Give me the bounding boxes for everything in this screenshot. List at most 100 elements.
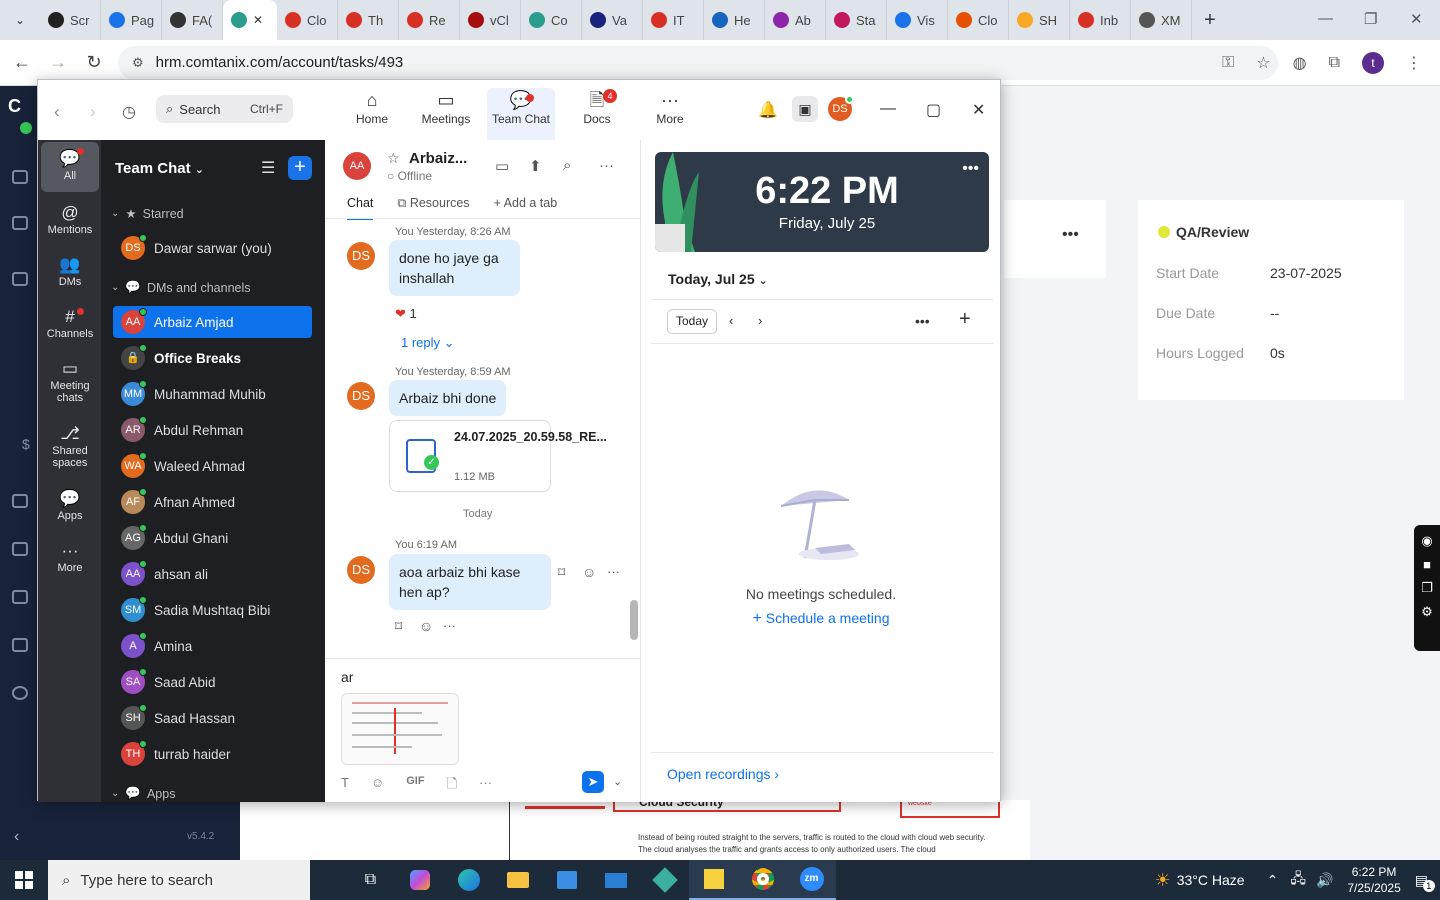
today-button[interactable]: Today bbox=[667, 309, 717, 334]
translate-icon[interactable]: ◍ bbox=[1293, 53, 1307, 73]
home-icon[interactable] bbox=[12, 170, 28, 184]
browser-tab[interactable]: Sta bbox=[826, 0, 887, 40]
tab-more[interactable]: ··· More bbox=[635, 88, 705, 140]
chat-list-item[interactable]: AA Arbaiz Amjad bbox=[113, 306, 312, 338]
message-bubble[interactable]: aoa arbaiz bhi kase hen ap? bbox=[389, 554, 551, 610]
browser-tab[interactable]: vCl bbox=[460, 0, 521, 40]
chat-list-item[interactable]: WA Waleed Ahmad bbox=[113, 450, 312, 482]
chat-list-item[interactable]: DS Dawar sarwar (you) bbox=[113, 232, 312, 264]
edge-icon[interactable] bbox=[444, 860, 493, 900]
browser-tab[interactable]: Pag bbox=[101, 0, 162, 40]
zoom-search[interactable]: ⌕ Search Ctrl+F bbox=[156, 95, 293, 123]
sticky-notes-icon[interactable] bbox=[689, 860, 738, 900]
chat-list-item[interactable]: AF Afnan Ahmed bbox=[113, 486, 312, 518]
network-icon[interactable]: 🖧 bbox=[1290, 868, 1306, 892]
more-tools-icon[interactable]: ··· bbox=[479, 775, 492, 797]
browser-tab[interactable]: Scr bbox=[40, 0, 101, 40]
message-more-icon[interactable]: ··· bbox=[443, 618, 456, 633]
url-field[interactable]: ⚙ hrm.comtanix.com/account/tasks/493 bbox=[118, 45, 1278, 80]
format-text-icon[interactable]: T bbox=[341, 775, 349, 797]
browser-tab[interactable]: Re bbox=[399, 0, 460, 40]
section-apps[interactable]: ⌄ 💬 Apps bbox=[111, 786, 175, 801]
bookmark-star-icon[interactable]: ☆ bbox=[1256, 53, 1270, 73]
profile-avatar[interactable]: t bbox=[1362, 52, 1384, 74]
notification-icon[interactable]: ▤ 1 bbox=[1415, 872, 1435, 892]
settings-icon[interactable] bbox=[12, 686, 28, 700]
tab-meetings[interactable]: ▭ Meetings bbox=[411, 88, 481, 140]
bell-icon[interactable]: 🔔 bbox=[758, 100, 778, 120]
browser-tab[interactable]: Th bbox=[338, 0, 399, 40]
task-more-icon[interactable]: ••• bbox=[1062, 226, 1079, 244]
copilot-icon[interactable] bbox=[395, 860, 444, 900]
browser-tab[interactable]: Va bbox=[582, 0, 643, 40]
rail-channels[interactable]: # Channels bbox=[41, 306, 99, 340]
browser-tab[interactable]: XM bbox=[1131, 0, 1192, 40]
add-meeting-icon[interactable]: + bbox=[959, 308, 971, 331]
attach-file-icon[interactable]: 🗋 bbox=[447, 775, 457, 797]
more-options-icon[interactable]: ··· bbox=[599, 157, 614, 174]
browser-tab[interactable]: Inb bbox=[1070, 0, 1131, 40]
new-tab-button[interactable]: + bbox=[1192, 9, 1228, 32]
video-icon[interactable]: ■ bbox=[1414, 557, 1440, 572]
send-button[interactable]: ➤ bbox=[582, 771, 604, 793]
rail-more[interactable]: ··· More bbox=[41, 540, 99, 574]
zoom-app-icon[interactable]: zm bbox=[787, 860, 836, 900]
tab-search-dropdown[interactable]: ⌄ bbox=[0, 13, 40, 27]
tab-home[interactable]: ⌂ Home bbox=[337, 88, 407, 140]
browser-tab[interactable]: He bbox=[704, 0, 765, 40]
clipboard-icon[interactable] bbox=[12, 638, 28, 652]
zoom-close-icon[interactable]: ✕ bbox=[972, 100, 985, 120]
minimize-window-icon[interactable]: — bbox=[1318, 10, 1333, 27]
start-button[interactable] bbox=[0, 860, 48, 900]
rail-meeting-chats[interactable]: ▭ Meeting chats bbox=[41, 358, 99, 404]
tab-team-chat[interactable]: 💬 Team Chat bbox=[487, 88, 555, 140]
pasted-image-thumbnail[interactable] bbox=[341, 693, 459, 765]
zoom-back-icon[interactable]: ‹ bbox=[54, 102, 60, 122]
gif-icon[interactable]: GIF bbox=[406, 775, 424, 797]
clock-more-icon[interactable]: ••• bbox=[962, 160, 979, 178]
screen-share-icon[interactable]: ⬆ bbox=[529, 157, 542, 175]
zoom-maximize-icon[interactable]: ▢ bbox=[926, 100, 941, 120]
dollar-icon[interactable]: $ bbox=[22, 436, 30, 452]
camera-icon[interactable]: ◉ bbox=[1414, 533, 1440, 549]
reaction-heart[interactable]: ❤ 1 bbox=[395, 306, 417, 322]
reply-icon[interactable]: ⌑ bbox=[395, 618, 402, 635]
next-day-icon[interactable]: › bbox=[758, 313, 762, 328]
chat-list-item[interactable]: SA Saad Abid bbox=[113, 666, 312, 698]
file-explorer-icon[interactable] bbox=[493, 860, 542, 900]
reply-icon[interactable]: ⌑ bbox=[558, 564, 565, 581]
taskbar-clock[interactable]: 6:22 PM 7/25/2025 bbox=[1347, 864, 1400, 896]
zoom-forward-icon[interactable]: › bbox=[90, 102, 96, 122]
replies-link[interactable]: 1 reply ⌄ bbox=[401, 335, 455, 351]
browser-tab[interactable]: SH bbox=[1009, 0, 1070, 40]
rail-dms[interactable]: 👥 DMs bbox=[41, 254, 99, 288]
forward-button[interactable]: → bbox=[40, 52, 76, 73]
chat-list-item[interactable]: AG Abdul Ghani bbox=[113, 522, 312, 554]
close-window-icon[interactable]: ✕ bbox=[1410, 10, 1423, 28]
tab-resources[interactable]: ⧉ Resources bbox=[397, 196, 469, 220]
browser-tab[interactable]: Vis bbox=[887, 0, 948, 40]
chat-list-item[interactable]: AA ahsan ali bbox=[113, 558, 312, 590]
tray-chevron-icon[interactable]: ⌃ bbox=[1267, 872, 1279, 889]
section-dms[interactable]: ⌄ 💬 DMs and channels bbox=[111, 280, 251, 295]
open-recordings-link[interactable]: Open recordings › bbox=[667, 766, 779, 782]
contact-avatar[interactable]: AA bbox=[343, 152, 371, 180]
tab-add[interactable]: + Add a tab bbox=[494, 196, 558, 220]
site-info-icon[interactable]: ⚙ bbox=[132, 55, 144, 71]
collapse-sidebar-icon[interactable]: ‹ bbox=[14, 828, 19, 846]
chat-list-item[interactable]: A Amina bbox=[113, 630, 312, 662]
calendar-more-icon[interactable]: ••• bbox=[915, 313, 930, 329]
calendar-icon[interactable] bbox=[12, 542, 28, 556]
mail-icon[interactable] bbox=[591, 860, 640, 900]
close-tab-icon[interactable]: ✕ bbox=[253, 13, 263, 27]
restore-window-icon[interactable]: ❐ bbox=[1364, 10, 1377, 28]
reload-button[interactable]: ↻ bbox=[76, 52, 112, 73]
kaspersky-icon[interactable] bbox=[640, 860, 689, 900]
browser-tab[interactable]: FA( bbox=[162, 0, 223, 40]
chat-list-item[interactable]: MM Muhammad Muhib bbox=[113, 378, 312, 410]
taskbar-search[interactable]: ⌕ Type here to search bbox=[48, 860, 310, 900]
team-chat-title[interactable]: Team Chat ⌄ bbox=[115, 160, 204, 177]
chat-scrollbar[interactable] bbox=[630, 600, 638, 640]
window-icon[interactable]: ❐ bbox=[1414, 580, 1440, 596]
chrome-icon[interactable] bbox=[738, 860, 787, 900]
